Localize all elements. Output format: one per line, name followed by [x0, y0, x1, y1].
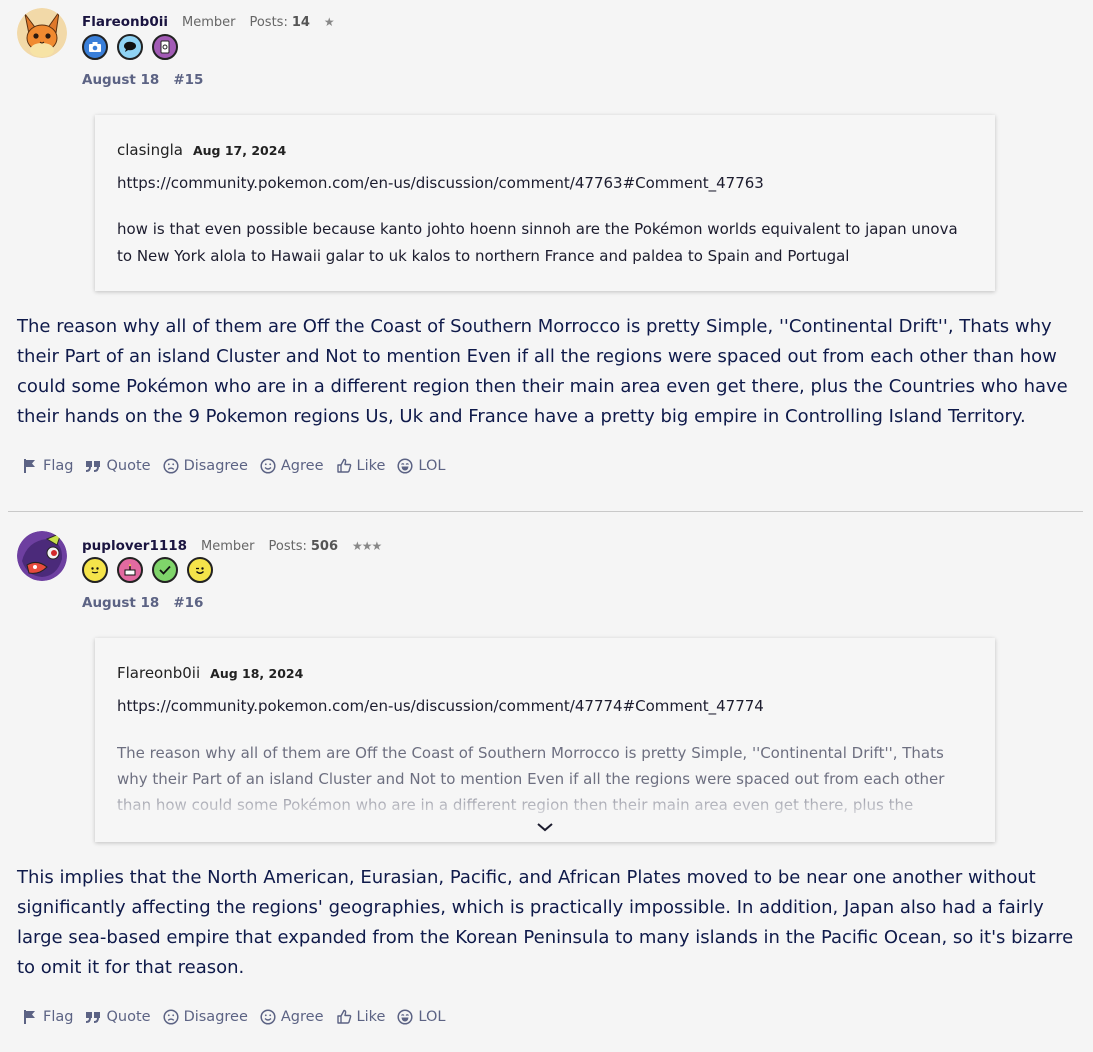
agree-label: Agree — [280, 1009, 324, 1025]
agree-label: Agree — [280, 458, 324, 474]
thumbs-up-icon — [336, 458, 351, 473]
quote-header: clasingla Aug 17, 2024 — [117, 141, 286, 159]
posts-label: Posts: — [249, 15, 288, 30]
frown-icon — [163, 458, 179, 474]
disagree-button[interactable]: Disagree — [163, 458, 248, 474]
smile-icon — [260, 1009, 276, 1025]
quote-date: Aug 18, 2024 — [210, 666, 304, 681]
quote-block: clasingla Aug 17, 2024 https://community… — [95, 115, 995, 291]
flag-label: Flag — [43, 458, 74, 474]
quote-link[interactable]: https://community.pokemon.com/en-us/disc… — [117, 697, 764, 715]
disagree-label: Disagree — [183, 458, 248, 474]
check-badge-icon[interactable] — [152, 557, 178, 583]
posts-label: Posts: — [268, 539, 307, 554]
flag-label: Flag — [43, 1009, 74, 1025]
agree-button[interactable]: Agree — [260, 458, 324, 474]
username[interactable]: puplover1118 — [82, 538, 187, 554]
post-number[interactable]: #15 — [173, 72, 203, 88]
cake-badge-icon[interactable] — [117, 557, 143, 583]
flag-icon — [24, 459, 35, 473]
user-role: Member — [201, 539, 255, 554]
quote-icon — [86, 461, 101, 472]
rank-stars: ★★★ — [352, 539, 382, 553]
author-meta: Flareonb0ii Member Posts: 14 ★ — [82, 14, 335, 30]
post-divider — [8, 511, 1083, 512]
posts-count: 506 — [310, 539, 339, 554]
disagree-label: Disagree — [183, 1009, 248, 1025]
quote-text: how is that even possible because kanto … — [117, 220, 958, 265]
username[interactable]: Flareonb0ii — [82, 14, 168, 30]
flag-button[interactable]: Flag — [22, 458, 73, 474]
post-dateline: August 18 #15 — [82, 72, 203, 88]
quote-link[interactable]: https://community.pokemon.com/en-us/disc… — [117, 174, 764, 192]
quote-author[interactable]: clasingla — [117, 141, 183, 159]
smile-icon — [260, 458, 276, 474]
notebook-badge-icon[interactable] — [152, 34, 178, 60]
post-body: The reason why all of them are Off the C… — [17, 316, 1068, 427]
rank-stars: ★ — [323, 15, 335, 29]
agree-button[interactable]: Agree — [260, 1009, 324, 1025]
lol-label: LOL — [418, 458, 446, 474]
quote-fade — [95, 784, 995, 824]
comment-badge-icon[interactable] — [117, 34, 143, 60]
avatar-puplover[interactable] — [17, 531, 67, 581]
camera-badge-icon[interactable] — [82, 34, 108, 60]
quote-label: Quote — [106, 1009, 151, 1025]
post-body: This implies that the North American, Eu… — [17, 867, 1074, 978]
user-role: Member — [181, 15, 236, 30]
like-button[interactable]: Like — [336, 1009, 386, 1025]
chevron-down-icon[interactable] — [535, 821, 555, 833]
post-date[interactable]: August 18 — [82, 72, 159, 88]
quote-block: Flareonb0ii Aug 18, 2024 https://communi… — [95, 638, 995, 842]
avatar-flareon[interactable] — [17, 8, 67, 58]
quote-label: Quote — [106, 458, 151, 474]
like-label: Like — [356, 1009, 386, 1025]
post-date[interactable]: August 18 — [82, 595, 159, 611]
lol-button[interactable]: LOL — [397, 458, 445, 474]
post-number[interactable]: #16 — [173, 595, 203, 611]
laugh-icon — [397, 458, 413, 474]
quote-author[interactable]: Flareonb0ii — [117, 664, 200, 682]
flag-icon — [24, 1010, 35, 1024]
like-button[interactable]: Like — [336, 458, 386, 474]
flag-button[interactable]: Flag — [22, 1009, 73, 1025]
reaction-bar: Flag Quote Disagree Agree Like LOL — [22, 1009, 445, 1025]
quote-button[interactable]: Quote — [85, 1009, 151, 1025]
smiley-badge-icon[interactable] — [82, 557, 108, 583]
lol-label: LOL — [418, 1009, 446, 1025]
quote-icon — [86, 1012, 101, 1023]
wink-badge-icon[interactable] — [187, 557, 213, 583]
laugh-icon — [397, 1009, 413, 1025]
author-meta: puplover1118 Member Posts: 506 ★★★ — [82, 538, 382, 554]
quote-button[interactable]: Quote — [85, 458, 151, 474]
quote-date: Aug 17, 2024 — [192, 143, 287, 158]
reaction-bar: Flag Quote Disagree Agree Like LOL — [22, 458, 445, 474]
thumbs-up-icon — [336, 1009, 351, 1024]
lol-button[interactable]: LOL — [397, 1009, 445, 1025]
frown-icon — [163, 1009, 179, 1025]
badge-row — [82, 557, 213, 583]
quote-header: Flareonb0ii Aug 18, 2024 — [117, 664, 303, 682]
disagree-button[interactable]: Disagree — [163, 1009, 248, 1025]
post-dateline: August 18 #16 — [82, 595, 203, 611]
like-label: Like — [356, 458, 386, 474]
posts-count: 14 — [291, 15, 310, 30]
badge-row — [82, 34, 178, 60]
